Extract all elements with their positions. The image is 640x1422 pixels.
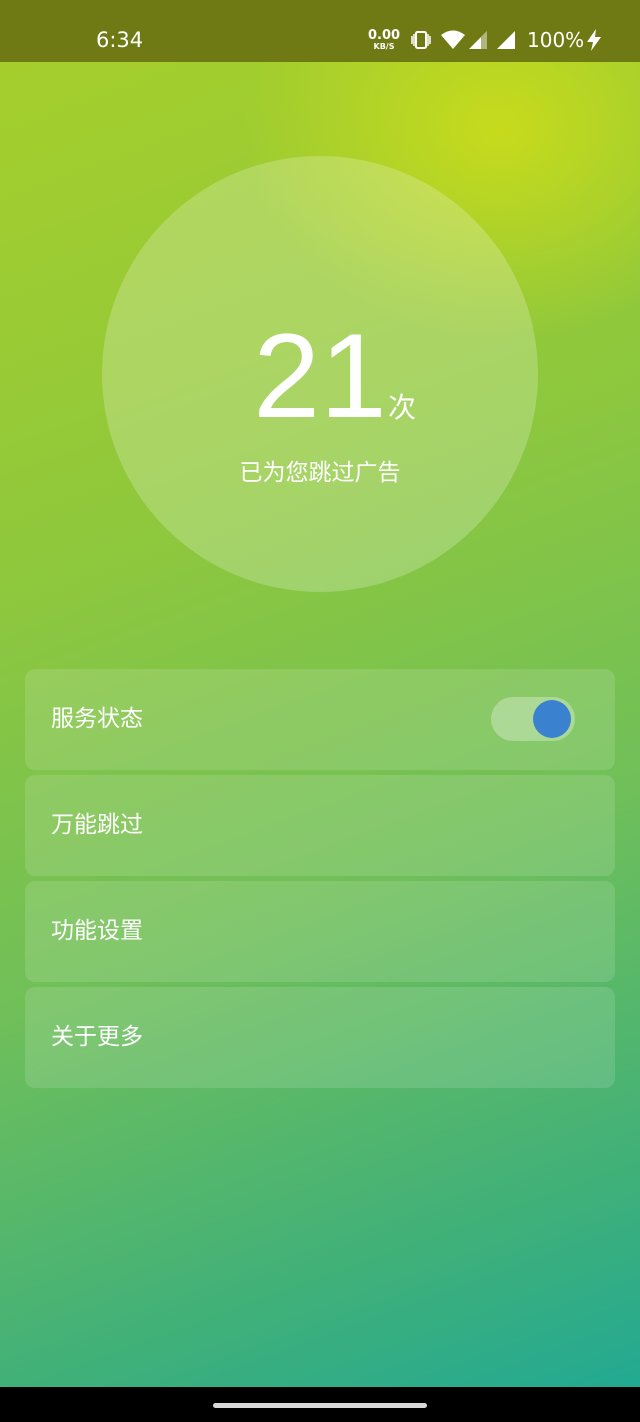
home-indicator[interactable] (213, 1403, 427, 1408)
signal-icon (497, 31, 515, 49)
network-speed-value: 0.00 (368, 28, 401, 43)
service-status-toggle[interactable] (491, 697, 575, 741)
status-time: 6:34 (96, 28, 144, 52)
menu-item-label: 万能跳过 (51, 812, 143, 838)
wifi-icon (441, 30, 465, 49)
battery-level: 100% (527, 28, 585, 52)
charging-icon (587, 29, 601, 51)
menu-item-about-more[interactable]: 关于更多 (25, 987, 615, 1088)
status-bar: 6:34 0.00 KB/S 100% (0, 0, 640, 62)
skip-count-value: 21 (253, 309, 387, 443)
signal-icon (469, 31, 487, 49)
network-speed-unit: KB/S (373, 42, 395, 51)
menu-item-label: 关于更多 (51, 1024, 143, 1050)
network-speed-indicator: 0.00 KB/S (368, 29, 400, 52)
menu-item-label: 服务状态 (51, 706, 143, 732)
navigation-bar (0, 1387, 640, 1422)
menu-item-service-status[interactable]: 服务状态 (25, 669, 615, 770)
skip-count-unit: 次 (388, 391, 417, 424)
toggle-knob (533, 700, 571, 738)
vibrate-icon (411, 31, 431, 49)
menu-item-label: 功能设置 (51, 918, 143, 944)
menu-item-feature-settings[interactable]: 功能设置 (25, 881, 615, 982)
menu-item-universal-skip[interactable]: 万能跳过 (25, 775, 615, 876)
app-screen: 6:34 0.00 KB/S 100% 21 次 已为您跳过广告 服务状态 万能… (0, 0, 640, 1422)
skip-count-caption: 已为您跳过广告 (239, 460, 401, 486)
